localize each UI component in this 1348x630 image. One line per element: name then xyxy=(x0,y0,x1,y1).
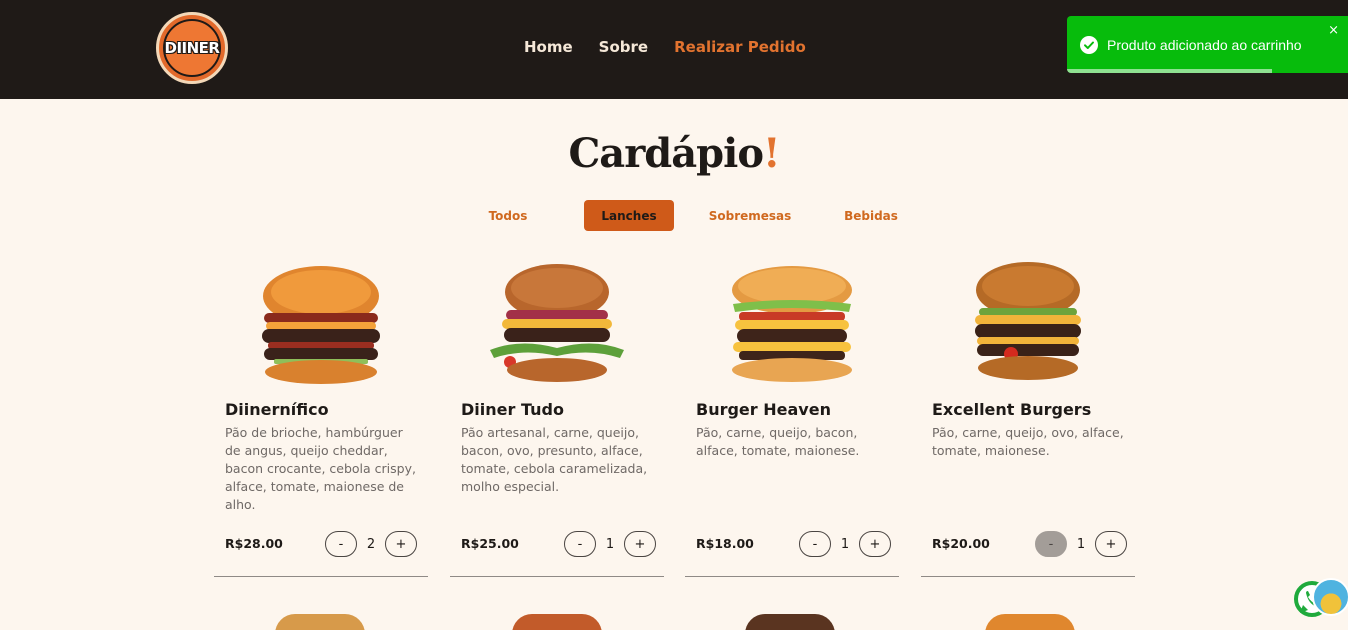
increase-button[interactable]: + xyxy=(385,531,417,557)
nav-home-link[interactable]: Home xyxy=(524,38,573,56)
product-name: Diinernífico xyxy=(225,400,329,419)
burger-image xyxy=(975,262,1081,380)
increase-button[interactable]: + xyxy=(859,531,891,557)
decrease-button[interactable]: - xyxy=(1035,531,1067,557)
title-text: Cardápio xyxy=(568,130,764,177)
tab-sobremesas[interactable]: Sobremesas xyxy=(705,200,795,231)
page-title: Cardápio! xyxy=(0,130,1348,177)
product-price: R$25.00 xyxy=(461,536,519,551)
product-description: Pão, carne, queijo, ovo, alface, tomate,… xyxy=(932,425,1124,458)
product-name: Excellent Burgers xyxy=(932,400,1092,419)
toast-progress-bar xyxy=(1067,69,1273,73)
burger-image xyxy=(512,614,602,630)
burger-image xyxy=(262,266,380,384)
title-exclamation: ! xyxy=(763,130,781,177)
product-description: Pão artesanal, carne, queijo, bacon, ovo… xyxy=(461,425,648,494)
close-icon[interactable]: × xyxy=(1328,23,1339,38)
tab-todos[interactable]: Todos xyxy=(463,200,553,231)
quantity-value: 1 xyxy=(1076,536,1086,552)
burger-image xyxy=(745,614,835,630)
diiner-logo[interactable]: DIINER xyxy=(156,12,228,84)
avatar[interactable] xyxy=(1312,578,1348,616)
tab-bebidas[interactable]: Bebidas xyxy=(826,200,916,231)
success-toast[interactable]: Produto adicionado ao carrinho × xyxy=(1067,16,1348,73)
quantity-value: 2 xyxy=(366,536,376,552)
burger-image xyxy=(490,264,624,382)
product-price: R$18.00 xyxy=(696,536,754,551)
category-tabs: Todos Lanches Sobremesas Bebidas xyxy=(463,200,947,231)
increase-button[interactable]: + xyxy=(1095,531,1127,557)
nav-realizar-pedido-link[interactable]: Realizar Pedido xyxy=(674,38,806,56)
decrease-button[interactable]: - xyxy=(325,531,357,557)
check-circle-icon xyxy=(1080,36,1098,54)
product-name: Burger Heaven xyxy=(696,400,831,419)
decrease-button[interactable]: - xyxy=(799,531,831,557)
nav-sobre-link[interactable]: Sobre xyxy=(599,38,648,56)
main-nav: Home Sobre Realizar Pedido xyxy=(524,38,806,56)
product-card: Diiner Tudo Pão artesanal, carne, queijo… xyxy=(450,258,664,577)
quantity-value: 1 xyxy=(840,536,850,552)
toast-message: Produto adicionado ao carrinho xyxy=(1107,37,1302,53)
product-price: R$20.00 xyxy=(932,536,990,551)
product-card: Excellent Burgers Pão, carne, queijo, ov… xyxy=(921,258,1135,577)
logo-badge: DIINER xyxy=(163,19,221,77)
burger-image xyxy=(732,266,852,382)
product-name: Diiner Tudo xyxy=(461,400,564,419)
product-card: Diinernífico Pão de brioche, hambúrguer … xyxy=(214,258,428,577)
logo-text: DIINER xyxy=(164,39,220,57)
product-card: Burger Heaven Pão, carne, queijo, bacon,… xyxy=(685,258,899,577)
quantity-stepper: - 1 + xyxy=(1035,531,1127,557)
product-description: Pão de brioche, hambúrguer de angus, que… xyxy=(225,425,416,512)
burger-image xyxy=(275,614,365,630)
tab-lanches[interactable]: Lanches xyxy=(584,200,674,231)
quantity-stepper: - 2 + xyxy=(325,531,417,557)
increase-button[interactable]: + xyxy=(624,531,656,557)
product-description: Pão, carne, queijo, bacon, alface, tomat… xyxy=(696,425,860,458)
decrease-button[interactable]: - xyxy=(564,531,596,557)
quantity-value: 1 xyxy=(605,536,615,552)
quantity-stepper: - 1 + xyxy=(564,531,656,557)
product-price: R$28.00 xyxy=(225,536,283,551)
burger-image xyxy=(985,614,1075,630)
quantity-stepper: - 1 + xyxy=(799,531,891,557)
